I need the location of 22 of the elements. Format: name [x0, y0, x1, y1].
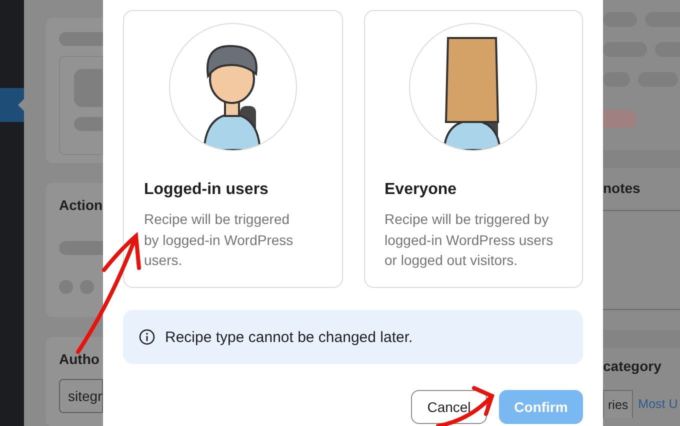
- option-card[interactable]: Everyone Recipe will be triggered by logged-in WordPress users or logged out visitors.: [364, 10, 583, 288]
- info-icon: [139, 329, 155, 345]
- sidebar-item[interactable]: [0, 88, 24, 122]
- panel-title: category: [603, 358, 662, 374]
- option-title: Everyone: [384, 181, 458, 199]
- option-title: Logged-in users: [144, 181, 270, 199]
- option-description: Recipe will be triggered by logged-in WordPress users.: [144, 210, 294, 270]
- placeholder-bar: [603, 42, 647, 57]
- placeholder-bar: [603, 110, 637, 128]
- option-description: Recipe will be triggered by logged-in WordPress users or logged out visitors.: [384, 210, 554, 270]
- category-tab[interactable]: ries: [603, 390, 634, 418]
- author-field[interactable]: sitegr: [59, 379, 103, 414]
- placeholder-bar: [603, 72, 630, 87]
- option-card[interactable]: Logged-in users Recipe will be triggered by logged-in WordPress users.: [123, 10, 342, 288]
- cancel-button[interactable]: Cancel: [411, 390, 487, 424]
- panel-title: Action: [59, 197, 103, 214]
- placeholder-bar: [603, 12, 637, 27]
- notice-text: Recipe type cannot be changed later.: [165, 328, 413, 346]
- placeholder-bar: [59, 32, 103, 46]
- panel-title: notes: [603, 180, 640, 196]
- placeholder-bar: [59, 241, 103, 256]
- panel-title: Autho: [59, 351, 100, 368]
